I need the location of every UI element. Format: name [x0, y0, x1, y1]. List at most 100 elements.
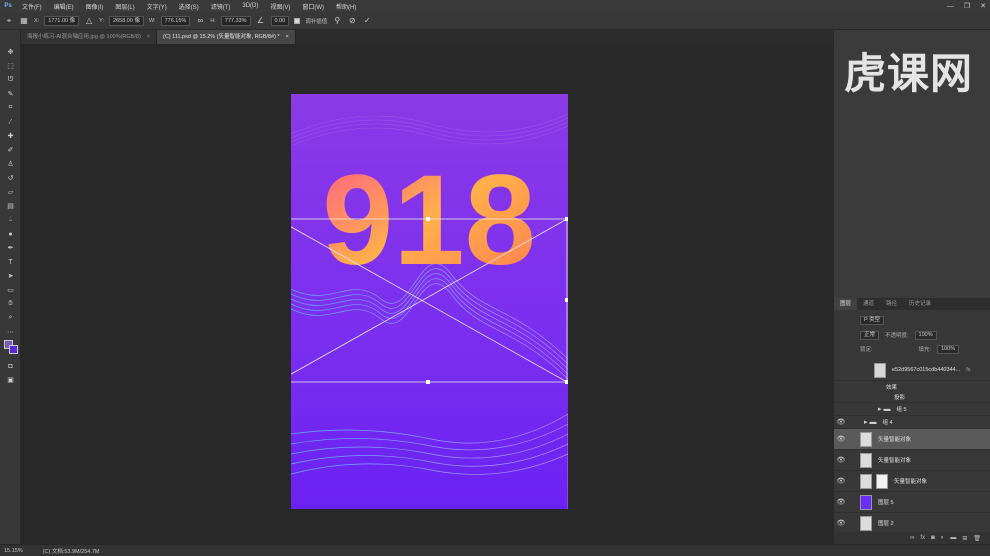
hand-tool-icon[interactable]: ✋︎ [4, 298, 17, 310]
layer-row[interactable]: 👁︎ 矢量智能对象 [834, 471, 990, 492]
layers-panel-tabs: 图层 通道 路径 历史记录 [834, 298, 990, 310]
layer-row[interactable]: e52d9567c015cdb440344... fx [834, 360, 990, 381]
interpolation-checkbox[interactable] [294, 17, 301, 24]
marquee-tool-icon[interactable]: ⬚ [4, 60, 17, 72]
layer-name: e52d9567c015cdb440344... [892, 367, 961, 373]
reference-point-icon[interactable]: ▦ [19, 16, 29, 26]
add-mask-icon[interactable]: ◙ [931, 535, 935, 541]
menu-file[interactable]: 文件(F) [16, 2, 48, 11]
type-tool-icon[interactable]: T [4, 256, 17, 268]
eyedropper-tool-icon[interactable]: ⁄ [4, 116, 17, 128]
layer-name: 矢量智能对象 [894, 479, 928, 485]
eye-icon[interactable]: 👁︎ [834, 498, 848, 506]
layer-mask-thumbnail[interactable] [876, 473, 888, 489]
menu-filter[interactable]: 滤镜(T) [205, 2, 237, 11]
canvas-area[interactable]: 918 [21, 44, 833, 544]
group-row[interactable]: ▸ ▬ 组 5 [834, 403, 990, 416]
menu-view[interactable]: 视图(V) [264, 2, 296, 11]
commit-transform-icon[interactable]: ✓ [362, 16, 372, 26]
brush-tool-icon[interactable]: ✐ [4, 144, 17, 156]
tab-channels[interactable]: 通道 [857, 298, 880, 310]
menu-help[interactable]: 帮助(H) [330, 2, 362, 11]
layer-row-selected[interactable]: 👁︎ 矢量智能对象 [834, 429, 990, 450]
tab-paths[interactable]: 路径 [880, 298, 903, 310]
tab-label: 海报小练习-AI混合轴应用.jpg @ 100%(RGB/8) [27, 34, 141, 40]
eye-icon[interactable]: 👁︎ [834, 477, 848, 485]
blur-tool-icon[interactable]: 💧︎ [4, 214, 17, 226]
link-layers-icon[interactable]: ∞ [910, 535, 914, 541]
fx-icon[interactable]: fx [966, 367, 970, 373]
screen-mode-icon[interactable]: ▣ [4, 374, 17, 386]
layer-thumbnail [860, 494, 872, 510]
tab-history[interactable]: 历史记录 [903, 298, 937, 310]
layer-row[interactable]: 👁︎ 矢量智能对象 [834, 450, 990, 471]
menu-3d[interactable]: 3D(D) [236, 3, 264, 9]
move-tool-icon[interactable]: ✥ [4, 46, 17, 58]
opacity-input[interactable]: 100% [914, 330, 937, 340]
zoom-tool-icon[interactable]: ⌕ [4, 312, 17, 324]
eye-icon[interactable]: 👁︎ [834, 456, 848, 464]
background-color-swatch[interactable] [9, 345, 18, 354]
width-input[interactable]: 776.15% [160, 15, 191, 26]
move-tool-preset-icon[interactable]: ⌖ [4, 16, 14, 26]
close-window-button[interactable]: ✕ [980, 2, 986, 10]
menu-select[interactable]: 选择(S) [173, 2, 205, 11]
delta-icon[interactable]: △ [84, 16, 94, 26]
eraser-tool-icon[interactable]: ▱ [4, 186, 17, 198]
eye-icon[interactable]: 👁︎ [834, 435, 848, 443]
height-input[interactable]: 777.33% [220, 15, 251, 26]
healing-brush-tool-icon[interactable]: ✚ [4, 130, 17, 142]
layer-row[interactable]: 👁︎ 图层 5 [834, 492, 990, 513]
effects-row[interactable]: 效果 [834, 381, 990, 392]
menu-layer[interactable]: 图层(L) [109, 2, 140, 11]
pen-tool-icon[interactable]: ✒ [4, 242, 17, 254]
history-brush-tool-icon[interactable]: ↺ [4, 172, 17, 184]
cancel-transform-icon[interactable]: ⊘ [347, 16, 357, 26]
edit-toolbar-icon[interactable]: ⋯ [4, 326, 17, 338]
clone-stamp-tool-icon[interactable]: ♙ [4, 158, 17, 170]
group-row[interactable]: 👁︎ ▸ ▬ 组 4 [834, 416, 990, 429]
delete-layer-icon[interactable]: 🗑︎ [973, 535, 981, 542]
new-layer-icon[interactable]: ⊞ [962, 535, 967, 542]
y-input[interactable]: 2658.00 像 [109, 15, 144, 26]
path-selection-tool-icon[interactable]: ➤ [4, 270, 17, 282]
poster-document[interactable]: 918 [291, 94, 568, 509]
menu-edit[interactable]: 编辑(E) [48, 2, 80, 11]
new-group-icon[interactable]: ▬ [950, 535, 956, 541]
crop-tool-icon[interactable]: ⌗ [4, 102, 17, 114]
eye-icon[interactable]: 👁︎ [834, 418, 848, 426]
lasso-tool-icon[interactable]: ᘎ [4, 74, 17, 86]
layer-kind-filter[interactable]: P 类型 [860, 315, 885, 325]
tab-close-icon[interactable]: × [286, 30, 289, 44]
dodge-tool-icon[interactable]: ● [4, 228, 17, 240]
layer-row[interactable]: 👁︎ 图层 2 [834, 513, 990, 534]
warp-icon[interactable]: ⚲ [332, 16, 342, 26]
menu-image[interactable]: 图像(I) [80, 2, 110, 11]
menu-type[interactable]: 文字(Y) [141, 2, 173, 11]
tab-close-icon[interactable]: × [147, 30, 150, 44]
fill-input[interactable]: 100% [937, 344, 960, 354]
quick-mask-icon[interactable]: ◘ [4, 360, 17, 372]
minimize-button[interactable]: — [947, 3, 954, 10]
blend-mode-select[interactable]: 正常 [860, 330, 880, 340]
drop-shadow-row[interactable]: 投影 [834, 392, 990, 403]
x-input[interactable]: 1771.00 像 [44, 15, 80, 26]
document-info: (C) 文档:53.9M/254.7M [42, 548, 100, 555]
add-style-icon[interactable]: fx [920, 535, 925, 541]
right-panels: 虎课网 图层 通道 路径 历史记录 P 类型 正常 不透明度: 100% 锁定:… [833, 30, 990, 544]
tab-document-2[interactable]: (C) 111.psd @ 15.2% (矢量智能对象, RGB/8#) * × [157, 30, 296, 44]
layer-name: 矢量智能对象 [878, 458, 912, 464]
zoom-level[interactable]: 15.15% [4, 548, 23, 554]
eye-icon[interactable]: 👁︎ [834, 519, 848, 527]
menu-window[interactable]: 窗口(W) [296, 2, 330, 11]
quick-select-tool-icon[interactable]: ✎ [4, 88, 17, 100]
gradient-tool-icon[interactable]: ▤ [4, 200, 17, 212]
adjustment-layer-icon[interactable]: ◐ [941, 535, 945, 541]
smart-object-thumbnail [860, 452, 872, 468]
angle-input[interactable]: 0.00 [270, 15, 290, 26]
link-icon[interactable]: ∞ [195, 16, 205, 26]
tab-layers[interactable]: 图层 [834, 298, 858, 310]
tab-document-1[interactable]: 海报小练习-AI混合轴应用.jpg @ 100%(RGB/8) × [21, 30, 157, 44]
rectangle-tool-icon[interactable]: ▭ [4, 284, 17, 296]
maximize-button[interactable]: ❐ [964, 2, 970, 10]
